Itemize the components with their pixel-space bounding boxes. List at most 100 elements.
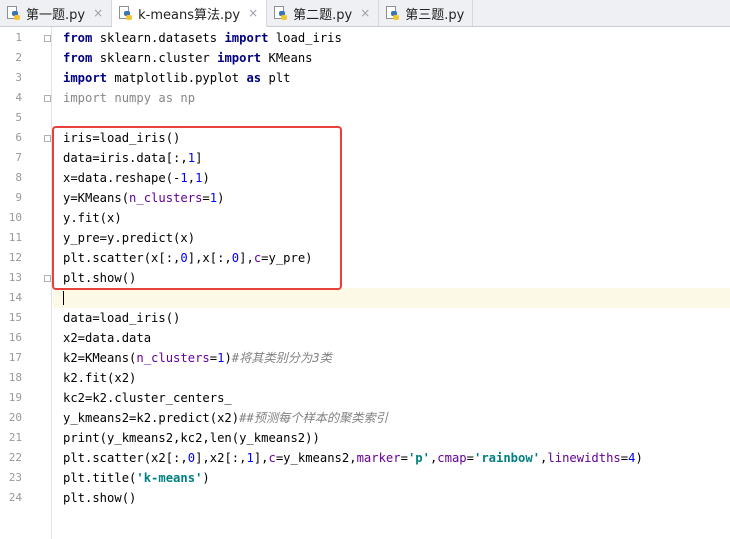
code-token: ]	[195, 151, 203, 165]
code-line[interactable]: y.fit(x)	[53, 208, 730, 228]
code-line[interactable]: k2.fit(x2)	[53, 368, 730, 388]
line-number: 16	[8, 331, 22, 344]
code-token: y_kmeans2=k2.predict(x2)	[63, 411, 240, 425]
code-line[interactable]: plt.scatter(x2[:,0],x2[:,1],c=y_kmeans2,…	[53, 448, 730, 468]
code-token: plt.show()	[63, 491, 137, 505]
close-icon[interactable]: ×	[93, 6, 103, 20]
code-token: x2=data.data	[63, 331, 152, 345]
code-editor-window: 第一题.py × k-means算法.py × 第二题.py × 第三题.py …	[0, 0, 730, 539]
fold-marker-icon[interactable]	[44, 275, 51, 282]
line-number: 6	[15, 131, 22, 144]
code-line[interactable]: k2=KMeans(n_clusters=1)#将其类别分为3类	[53, 348, 730, 368]
tab-file-1[interactable]: 第一题.py ×	[0, 0, 113, 26]
code-line[interactable]: plt.title('k-means')	[53, 468, 730, 488]
fold-marker-icon[interactable]	[44, 135, 51, 142]
fold-marker-icon[interactable]	[44, 95, 51, 102]
code-area[interactable]: from sklearn.datasets import load_iris fr…	[53, 27, 730, 539]
code-token: k2.fit(x2)	[63, 371, 137, 385]
code-line[interactable]: from sklearn.cluster import KMeans	[53, 48, 730, 68]
close-icon[interactable]: ×	[360, 6, 370, 20]
code-token: matplotlib.pyplot	[107, 71, 247, 85]
code-token: )	[202, 171, 210, 185]
code-line[interactable]: y=KMeans(n_clusters=1)	[53, 188, 730, 208]
code-line[interactable]: from sklearn.datasets import load_iris	[53, 28, 730, 48]
code-token: ],	[239, 251, 254, 265]
code-token: plt.scatter(x[:,	[63, 251, 181, 265]
line-number: 15	[8, 311, 22, 324]
code-token: plt.show()	[63, 271, 137, 285]
code-token: y=KMeans(	[63, 191, 130, 205]
code-token: marker	[356, 451, 401, 465]
code-line[interactable]: x2=data.data	[53, 328, 730, 348]
code-line[interactable]: print(y_kmeans2,kc2,len(y_kmeans2))	[53, 428, 730, 448]
code-token: y.fit(x)	[63, 211, 122, 225]
line-number: 3	[15, 71, 22, 84]
code-token: 'p'	[407, 451, 430, 465]
code-line[interactable]	[53, 108, 730, 128]
code-token: y_pre=y.predict(x)	[63, 231, 196, 245]
python-file-icon	[273, 5, 288, 21]
code-line[interactable]: data=load_iris()	[53, 308, 730, 328]
code-token: kc2=k2.cluster_centers_	[63, 391, 232, 405]
tab-label: 第二题.py	[293, 7, 353, 23]
line-number-gutter: 1 2 3 4 5 6 7 8 9 10 11 12 13 14 15 16 17 18 19 20 21 22 23 24	[0, 27, 52, 539]
close-icon[interactable]: ×	[248, 6, 258, 20]
text-cursor	[63, 291, 64, 305]
code-token: n_clusters	[129, 191, 203, 205]
code-line[interactable]: plt.show()	[53, 268, 730, 288]
code-token: 1	[246, 451, 254, 465]
code-line[interactable]: import matplotlib.pyplot as plt	[53, 68, 730, 88]
line-number: 14	[8, 291, 22, 304]
python-file-icon	[118, 5, 133, 21]
code-token: KMeans	[261, 51, 313, 65]
editor-tab-bar: 第一题.py × k-means算法.py × 第二题.py × 第三题.py	[0, 0, 730, 27]
line-number: 1	[15, 31, 22, 44]
code-token: )	[202, 471, 210, 485]
code-line[interactable]	[53, 288, 730, 308]
code-token: sklearn.cluster	[92, 51, 218, 65]
line-number: 5	[15, 111, 22, 124]
code-token: import	[224, 31, 269, 45]
code-token: cmap	[437, 451, 467, 465]
code-token: linewidths	[547, 451, 621, 465]
code-token: data=iris.data[:,	[63, 151, 188, 165]
code-token: 'rainbow'	[474, 451, 541, 465]
code-line[interactable]: iris=load_iris()	[53, 128, 730, 148]
code-token: 1	[187, 151, 196, 165]
code-token: ,	[187, 171, 196, 185]
code-line[interactable]: plt.show()	[53, 488, 730, 508]
tab-file-3[interactable]: 第二题.py ×	[267, 0, 380, 26]
code-line[interactable]: data=iris.data[:,1]	[53, 148, 730, 168]
code-line[interactable]: import numpy as np	[53, 88, 730, 108]
line-number: 13	[8, 271, 22, 284]
code-line[interactable]: plt.scatter(x[:,0],x[:,0],c=y_pre)	[53, 248, 730, 268]
code-token: data=load_iris()	[63, 311, 181, 325]
code-line[interactable]: x=data.reshape(-1,1)	[53, 168, 730, 188]
code-token: as	[246, 71, 262, 85]
code-token: plt.scatter(x2[:,	[63, 451, 188, 465]
code-token: load_iris	[268, 31, 342, 45]
code-token: 1	[180, 171, 188, 185]
code-line[interactable]: y_kmeans2=k2.predict(x2)##预测每个样本的聚类索引	[53, 408, 730, 428]
code-token: 0	[187, 451, 196, 465]
fold-marker-icon[interactable]	[44, 35, 51, 42]
tab-file-4[interactable]: 第三题.py	[379, 0, 474, 26]
code-token: from	[63, 31, 93, 45]
line-number: 7	[15, 151, 22, 164]
code-token: plt	[261, 71, 291, 85]
tab-file-2[interactable]: k-means算法.py ×	[112, 0, 268, 27]
code-token: c	[268, 451, 276, 465]
code-token: 0	[180, 251, 188, 265]
code-line[interactable]: kc2=k2.cluster_centers_	[53, 388, 730, 408]
code-token: =	[202, 191, 210, 205]
code-line[interactable]: y_pre=y.predict(x)	[53, 228, 730, 248]
code-token: x=data.reshape(-	[63, 171, 181, 185]
code-token: import numpy as np	[63, 91, 196, 105]
code-token: )	[217, 191, 225, 205]
code-token: )	[635, 451, 643, 465]
line-number: 20	[8, 411, 22, 424]
line-number: 24	[8, 491, 22, 504]
code-token: =y_pre)	[261, 251, 313, 265]
code-token: plt.title(	[63, 471, 137, 485]
tab-label: k-means算法.py	[138, 7, 241, 23]
